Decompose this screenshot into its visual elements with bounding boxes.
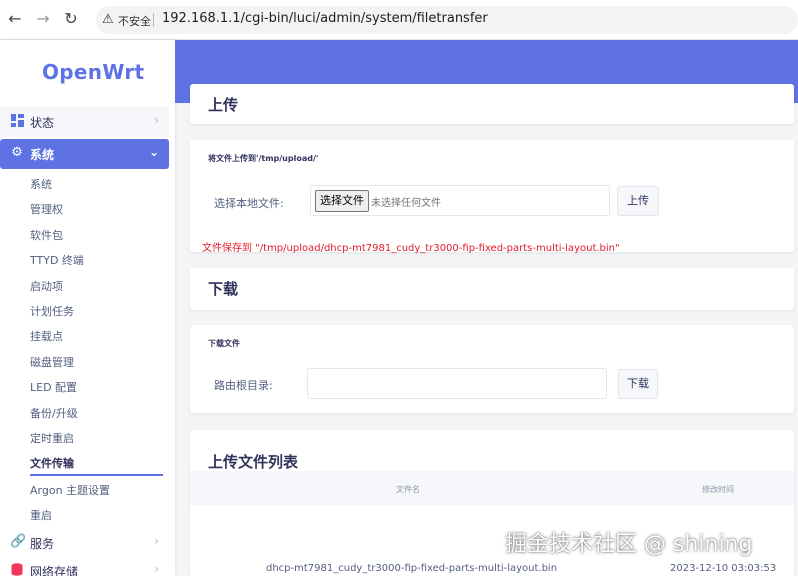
address-separator	[153, 13, 154, 27]
submenu-startup[interactable]: 启动项	[30, 278, 63, 294]
submenu-reboot[interactable]: 重启	[30, 507, 52, 523]
no-file-text: 未选择任何文件	[371, 198, 441, 209]
sidebar: OpenWrt 状态 › ⚙ 系统 ⌄ 系统 管理权 软件包 TTYD 终端 启…	[0, 40, 175, 576]
download-description: 下载文件	[208, 339, 240, 348]
table-cell-mtime: 2023-12-10 03:03:53	[670, 563, 777, 574]
submenu-ttyd[interactable]: TTYD 终端	[30, 252, 84, 268]
upload-title-panel: 上传	[190, 84, 794, 124]
download-button[interactable]: 下载	[618, 369, 658, 399]
submenu-admin[interactable]: 管理权	[30, 201, 63, 217]
submenu-autoreboot[interactable]: 定时重启	[30, 430, 74, 446]
sidebar-item-label: 服务	[30, 537, 55, 551]
file-input[interactable]: 选择文件 未选择任何文件	[310, 185, 610, 216]
active-indicator	[30, 474, 163, 476]
submenu-led[interactable]: LED 配置	[30, 379, 77, 395]
upload-description: 将文件上传到'/tmp/upload/'	[208, 154, 319, 163]
submenu-mounts[interactable]: 挂载点	[30, 328, 63, 344]
download-field-label: 路由根目录:	[214, 379, 273, 392]
watermark: 掘金技术社区 @ shining	[505, 532, 753, 557]
upload-title: 上传	[208, 96, 239, 114]
storage-icon	[10, 563, 24, 576]
chevron-right-icon: ›	[154, 113, 159, 127]
link-icon: 🔗	[10, 534, 27, 549]
openwrt-logo[interactable]: OpenWrt	[42, 60, 144, 84]
sidebar-item-system[interactable]: ⚙ 系统 ⌄	[0, 139, 169, 169]
browser-toolbar: ← → ↻ ⚠ 不安全 192.168.1.1/cgi-bin/luci/adm…	[0, 0, 798, 40]
dashboard-icon	[10, 114, 24, 128]
chevron-right-icon: ›	[154, 534, 159, 548]
saved-message: 文件保存到 "/tmp/upload/dhcp-mt7981_cudy_tr30…	[202, 243, 620, 254]
download-form-panel: 下载文件 路由根目录: 下载	[190, 325, 794, 413]
column-mtime: 修改时间	[702, 485, 734, 494]
sidebar-item-label: 状态	[30, 116, 55, 130]
gear-icon: ⚙	[11, 145, 23, 160]
upload-form-panel: 将文件上传到'/tmp/upload/' 选择本地文件: 选择文件 未选择任何文…	[190, 140, 794, 254]
choose-file-button[interactable]: 选择文件	[315, 190, 369, 212]
download-title: 下载	[208, 280, 239, 298]
address-bar[interactable]: ⚠ 不安全 192.168.1.1/cgi-bin/luci/admin/sys…	[96, 6, 798, 34]
url-text[interactable]: 192.168.1.1/cgi-bin/luci/admin/system/fi…	[162, 11, 488, 26]
submenu-system[interactable]: 系统	[30, 176, 52, 192]
insecure-label[interactable]: 不安全	[118, 13, 151, 29]
sidebar-item-status[interactable]: 状态 ›	[0, 107, 169, 137]
forward-arrow-icon[interactable]: →	[32, 8, 54, 30]
sidebar-item-label: 系统	[30, 148, 55, 162]
sidebar-item-label: 网络存储	[30, 565, 79, 576]
sidebar-item-services[interactable]: 🔗 服务 ›	[0, 528, 169, 558]
chevron-right-icon: ›	[154, 562, 159, 576]
upload-field-label: 选择本地文件:	[214, 197, 284, 210]
sidebar-item-storage[interactable]: 网络存储 ›	[0, 556, 169, 576]
submenu-backup[interactable]: 备份/升级	[30, 405, 78, 421]
submenu-crontab[interactable]: 计划任务	[30, 303, 74, 319]
table-cell-filename: dhcp-mt7981_cudy_tr3000-fip-fixed-parts-…	[266, 563, 558, 574]
reload-icon[interactable]: ↻	[60, 8, 82, 30]
submenu-filetransfer[interactable]: 文件传输	[30, 455, 74, 471]
chevron-down-icon: ⌄	[148, 145, 159, 159]
table-header: 文件名 修改时间	[190, 471, 794, 505]
submenu-argon[interactable]: Argon 主题设置	[30, 482, 110, 498]
column-filename: 文件名	[396, 485, 420, 494]
file-list-title: 上传文件列表	[208, 453, 299, 471]
warning-icon[interactable]: ⚠	[102, 12, 114, 28]
back-arrow-icon[interactable]: ←	[4, 8, 26, 30]
submenu-disk[interactable]: 磁盘管理	[30, 354, 74, 370]
upload-button[interactable]: 上传	[617, 186, 659, 216]
submenu-software[interactable]: 软件包	[30, 227, 63, 243]
download-title-panel: 下载	[190, 268, 794, 310]
download-path-input[interactable]	[307, 368, 607, 399]
